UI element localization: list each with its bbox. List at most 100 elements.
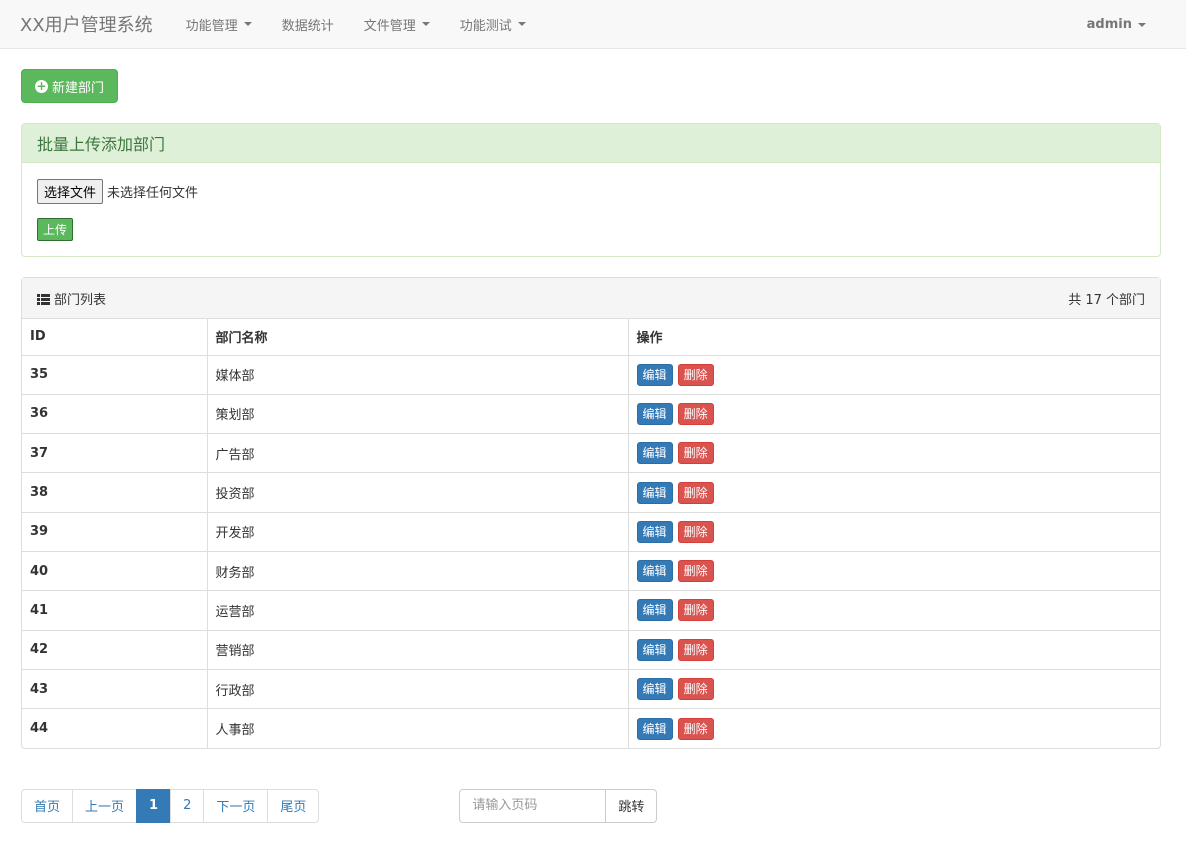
- prev-page-link[interactable]: 上一页: [72, 788, 138, 823]
- row-id: 37: [22, 433, 207, 473]
- plus-circle-icon: +: [35, 78, 48, 93]
- table-row: 44 人事部 编辑 删除: [22, 708, 1160, 748]
- next-page-link[interactable]: 下一页: [203, 788, 269, 823]
- row-actions: 编辑 删除: [628, 393, 1160, 434]
- row-id: 43: [22, 668, 207, 709]
- row-actions: 编辑 删除: [628, 550, 1160, 591]
- delete-button[interactable]: 删除: [677, 481, 714, 504]
- nav-label: 文件管理: [363, 18, 416, 34]
- nav-file-management[interactable]: 文件管理: [349, 0, 445, 49]
- row-name: 营销部: [206, 629, 629, 670]
- username: admin: [1086, 17, 1132, 32]
- file-input: 选择文件 未选择任何文件: [37, 179, 1145, 204]
- list-icon: [37, 293, 50, 305]
- pagination: 首页 上一页 1 2 下一页 尾页: [21, 788, 320, 823]
- page-number-input[interactable]: [459, 788, 607, 823]
- row-name: 投资部: [206, 472, 629, 513]
- row-id: 41: [22, 590, 207, 631]
- header-id: ID: [22, 319, 207, 356]
- table-row: 42 营销部 编辑 删除: [22, 629, 1160, 670]
- edit-button[interactable]: 编辑: [636, 599, 673, 622]
- row-id: 44: [22, 708, 207, 748]
- list-panel-title: 部门列表: [54, 292, 107, 308]
- nav-label: 数据统计: [281, 18, 334, 34]
- edit-button[interactable]: 编辑: [636, 717, 673, 740]
- list-panel-heading: 部门列表 共 17 个部门: [22, 278, 1160, 319]
- row-name: 财务部: [206, 550, 629, 591]
- edit-button[interactable]: 编辑: [636, 402, 673, 425]
- caret-down-icon: [1138, 22, 1146, 27]
- main-content: + 新建部门 批量上传添加部门 选择文件 未选择任何文件 上传 部门列表 共 1…: [0, 49, 1186, 823]
- delete-button[interactable]: 删除: [677, 678, 714, 701]
- row-name: 开发部: [206, 511, 629, 552]
- nav-label: 功能测试: [459, 18, 512, 34]
- caret-down-icon: [243, 22, 252, 26]
- new-department-label: 新建部门: [52, 80, 105, 96]
- list-panel-title-wrap: 部门列表: [37, 289, 106, 308]
- row-id: 42: [22, 629, 207, 670]
- delete-button[interactable]: 删除: [677, 599, 714, 622]
- nav-function-test[interactable]: 功能测试: [445, 0, 541, 49]
- row-actions: 编辑 删除: [628, 433, 1160, 473]
- table-header-row: ID 部门名称 操作: [22, 319, 1160, 356]
- upload-panel-title: 批量上传添加部门: [22, 124, 1160, 163]
- delete-button[interactable]: 删除: [677, 638, 714, 661]
- nav-function-management[interactable]: 功能管理: [171, 0, 267, 49]
- row-actions: 编辑 删除: [628, 354, 1160, 395]
- upload-button[interactable]: 上传: [37, 218, 74, 241]
- row-name: 策划部: [206, 393, 629, 434]
- edit-button[interactable]: 编辑: [636, 442, 673, 465]
- table-row: 37 广告部 编辑 删除: [22, 433, 1160, 473]
- table-row: 35 媒体部 编辑 删除: [22, 354, 1160, 395]
- edit-button[interactable]: 编辑: [636, 560, 673, 583]
- department-list-panel: 部门列表 共 17 个部门 ID 部门名称 操作 35 媒体部 编辑 删除 36 策划部…: [21, 277, 1161, 749]
- delete-button[interactable]: 删除: [677, 363, 714, 386]
- page-jump: 跳转: [459, 788, 658, 823]
- table-row: 38 投资部 编辑 删除: [22, 472, 1160, 513]
- user-menu[interactable]: admin: [1087, 0, 1146, 49]
- department-table: ID 部门名称 操作 35 媒体部 编辑 删除 36 策划部 编辑 删除 37 广告部 编辑 删…: [22, 319, 1160, 748]
- new-department-button[interactable]: + 新建部门: [21, 69, 119, 103]
- choose-file-button[interactable]: 选择文件: [37, 179, 104, 204]
- jump-button[interactable]: 跳转: [606, 788, 658, 823]
- delete-button[interactable]: 删除: [677, 717, 714, 740]
- nav-data-statistics[interactable]: 数据统计: [267, 0, 349, 49]
- table-row: 43 行政部 编辑 删除: [22, 668, 1160, 709]
- row-actions: 编辑 删除: [628, 668, 1160, 709]
- row-name: 媒体部: [206, 354, 629, 395]
- table-row: 36 策划部 编辑 删除: [22, 393, 1160, 434]
- row-actions: 编辑 删除: [628, 590, 1160, 631]
- edit-button[interactable]: 编辑: [636, 481, 673, 504]
- first-page-link[interactable]: 首页: [21, 788, 74, 823]
- header-name: 部门名称: [206, 319, 629, 356]
- delete-button[interactable]: 删除: [677, 560, 714, 583]
- table-row: 39 开发部 编辑 删除: [22, 511, 1160, 552]
- row-id: 39: [22, 511, 207, 552]
- row-actions: 编辑 删除: [628, 472, 1160, 513]
- edit-button[interactable]: 编辑: [636, 638, 673, 661]
- edit-button[interactable]: 编辑: [636, 520, 673, 543]
- brand-title[interactable]: XX用户管理系统: [20, 11, 153, 37]
- caret-down-icon: [517, 22, 526, 26]
- delete-button[interactable]: 删除: [677, 402, 714, 425]
- row-actions: 编辑 删除: [628, 629, 1160, 670]
- edit-button[interactable]: 编辑: [636, 363, 673, 386]
- row-id: 40: [22, 550, 207, 591]
- page-link-1[interactable]: 1: [136, 788, 172, 823]
- row-id: 36: [22, 393, 207, 434]
- file-status: 未选择任何文件: [107, 186, 199, 201]
- table-row: 40 财务部 编辑 删除: [22, 550, 1160, 591]
- nav-label: 功能管理: [185, 18, 238, 34]
- edit-button[interactable]: 编辑: [636, 678, 673, 701]
- row-name: 人事部: [206, 708, 629, 748]
- page-link-2[interactable]: 2: [170, 788, 205, 823]
- upload-panel: 批量上传添加部门 选择文件 未选择任何文件 上传: [21, 123, 1161, 257]
- header-ops: 操作: [628, 319, 1160, 356]
- delete-button[interactable]: 删除: [677, 520, 714, 543]
- last-page-link[interactable]: 尾页: [267, 788, 320, 823]
- upload-panel-body: 选择文件 未选择任何文件 上传: [22, 163, 1160, 256]
- row-id: 38: [22, 472, 207, 513]
- delete-button[interactable]: 删除: [677, 442, 714, 465]
- department-count: 共 17 个部门: [1068, 292, 1145, 308]
- table-row: 41 运营部 编辑 删除: [22, 590, 1160, 631]
